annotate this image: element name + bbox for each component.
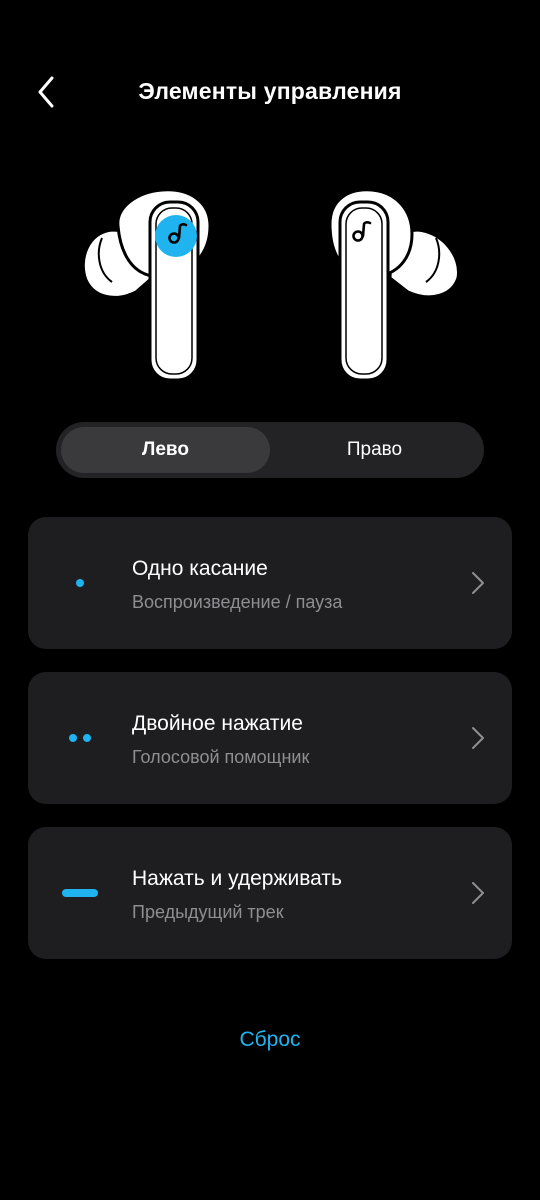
control-action: Воспроизведение / пауза xyxy=(132,592,343,612)
control-press-hold[interactable]: Нажать и удерживать Предыдущий трек xyxy=(28,827,512,959)
tab-right[interactable]: Право xyxy=(270,427,479,473)
left-earbud-image xyxy=(81,188,212,382)
chevron-right-icon xyxy=(472,727,484,749)
tab-left[interactable]: Лево xyxy=(61,427,270,473)
control-title: Двойное нажатие xyxy=(132,712,303,735)
left-touch-area xyxy=(155,215,197,257)
chevron-right-icon xyxy=(472,882,484,904)
single-dot-icon xyxy=(58,567,102,599)
earbuds-illustration xyxy=(0,180,540,390)
long-press-bar-icon xyxy=(58,877,102,909)
control-double-tap[interactable]: Двойное нажатие Голосовой помощник xyxy=(28,672,512,804)
right-earbud-image xyxy=(328,188,460,382)
control-title: Нажать и удерживать xyxy=(132,867,342,890)
reset-button[interactable]: Сброс xyxy=(0,1028,540,1052)
chevron-right-icon xyxy=(472,572,484,594)
double-dot-icon xyxy=(58,722,102,754)
header-bar: Элементы управления xyxy=(0,60,540,124)
control-single-tap[interactable]: Одно касание Воспроизведение / пауза xyxy=(28,517,512,649)
page-title: Элементы управления xyxy=(138,78,402,104)
side-selector: Лево Право xyxy=(56,422,484,478)
control-action: Предыдущий трек xyxy=(132,902,284,922)
control-action: Голосовой помощник xyxy=(132,747,310,767)
control-title: Одно касание xyxy=(132,557,268,580)
